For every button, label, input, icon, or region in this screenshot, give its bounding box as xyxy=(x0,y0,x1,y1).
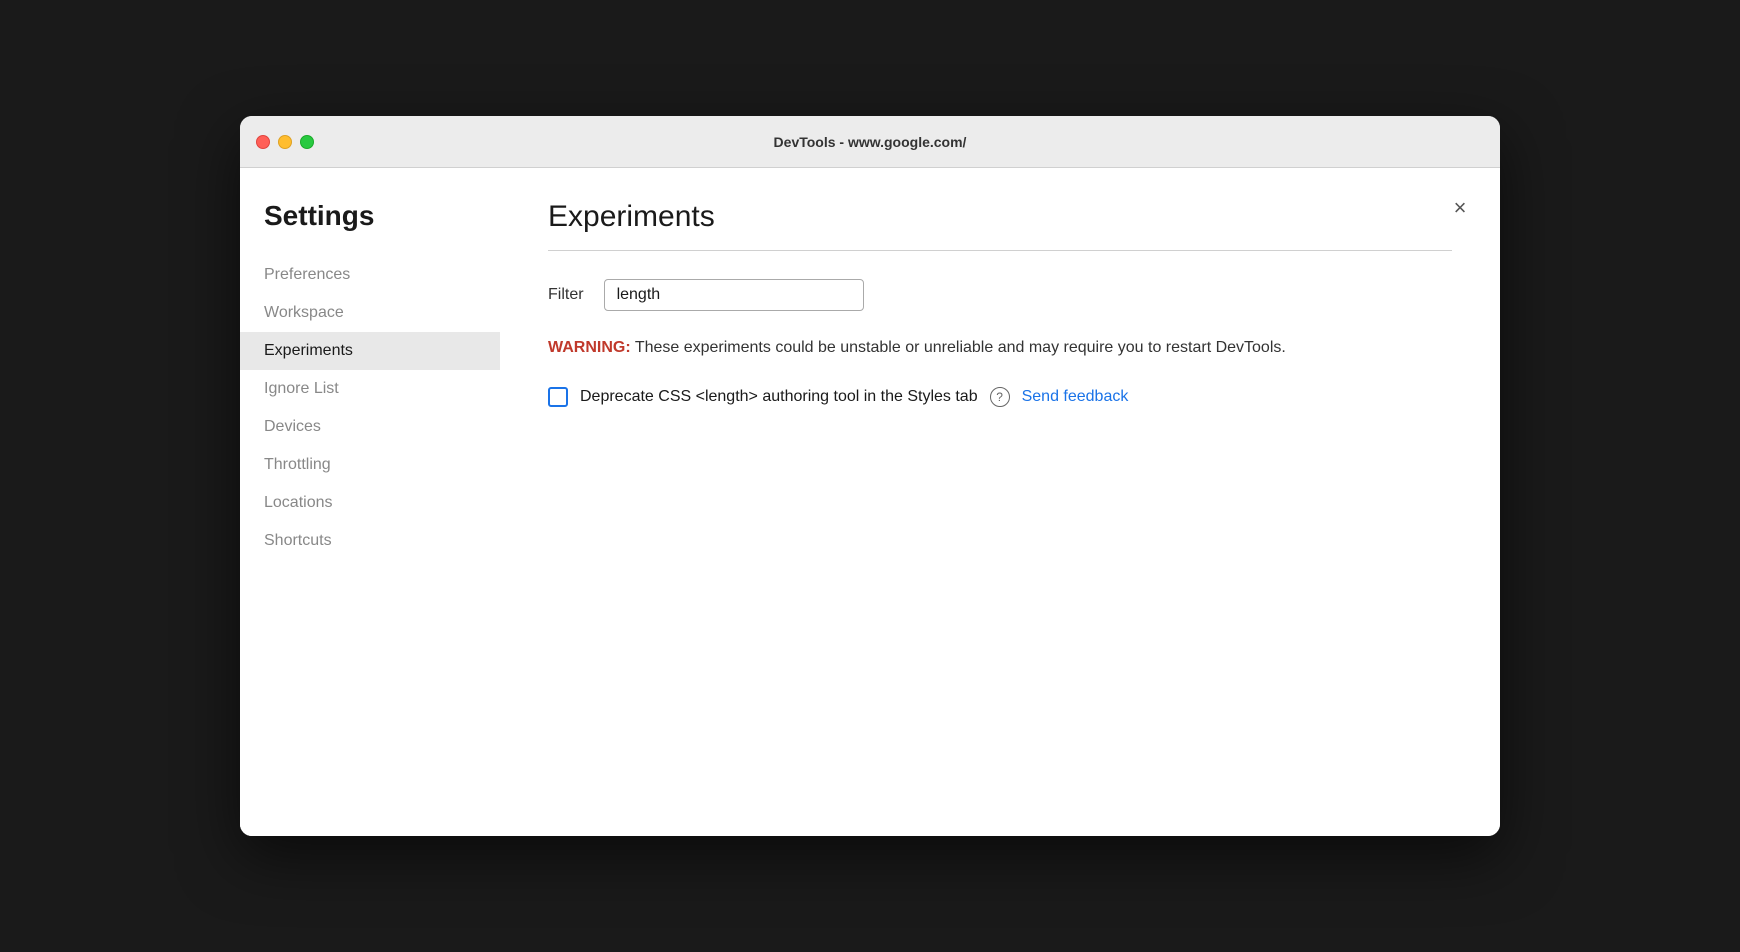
content-area: Settings Preferences Workspace Experimen… xyxy=(240,168,1500,836)
warning-body: These experiments could be unstable or u… xyxy=(631,339,1286,356)
warning-text: WARNING: These experiments could be unst… xyxy=(548,335,1452,361)
sidebar-item-shortcuts[interactable]: Shortcuts xyxy=(240,522,500,560)
main-content: × Experiments Filter WARNING: These expe… xyxy=(500,168,1500,836)
filter-label: Filter xyxy=(548,286,584,304)
experiment-row: Deprecate CSS <length> authoring tool in… xyxy=(548,385,1452,409)
sidebar-heading: Settings xyxy=(240,200,500,256)
section-divider xyxy=(548,250,1452,251)
help-icon[interactable]: ? xyxy=(990,387,1010,407)
sidebar-item-experiments[interactable]: Experiments xyxy=(240,332,500,370)
sidebar-item-locations[interactable]: Locations xyxy=(240,484,500,522)
warning-label: WARNING: xyxy=(548,339,631,356)
sidebar-item-throttling[interactable]: Throttling xyxy=(240,446,500,484)
sidebar: Settings Preferences Workspace Experimen… xyxy=(240,168,500,836)
warning-box: WARNING: These experiments could be unst… xyxy=(548,335,1452,361)
page-title: Experiments xyxy=(548,200,1452,234)
experiment-label: Deprecate CSS <length> authoring tool in… xyxy=(580,385,978,409)
sidebar-item-preferences[interactable]: Preferences xyxy=(240,256,500,294)
sidebar-item-devices[interactable]: Devices xyxy=(240,408,500,446)
window-title: DevTools - www.google.com/ xyxy=(774,134,967,150)
close-traffic-light[interactable] xyxy=(256,135,270,149)
filter-row: Filter xyxy=(548,279,1452,311)
filter-input[interactable] xyxy=(604,279,864,311)
titlebar: DevTools - www.google.com/ xyxy=(240,116,1500,168)
maximize-traffic-light[interactable] xyxy=(300,135,314,149)
experiment-checkbox[interactable] xyxy=(548,387,568,407)
sidebar-item-workspace[interactable]: Workspace xyxy=(240,294,500,332)
devtools-window: DevTools - www.google.com/ Settings Pref… xyxy=(240,116,1500,836)
close-button[interactable]: × xyxy=(1444,192,1476,224)
minimize-traffic-light[interactable] xyxy=(278,135,292,149)
send-feedback-link[interactable]: Send feedback xyxy=(1022,388,1129,406)
sidebar-item-ignore-list[interactable]: Ignore List xyxy=(240,370,500,408)
window-controls xyxy=(256,135,314,149)
